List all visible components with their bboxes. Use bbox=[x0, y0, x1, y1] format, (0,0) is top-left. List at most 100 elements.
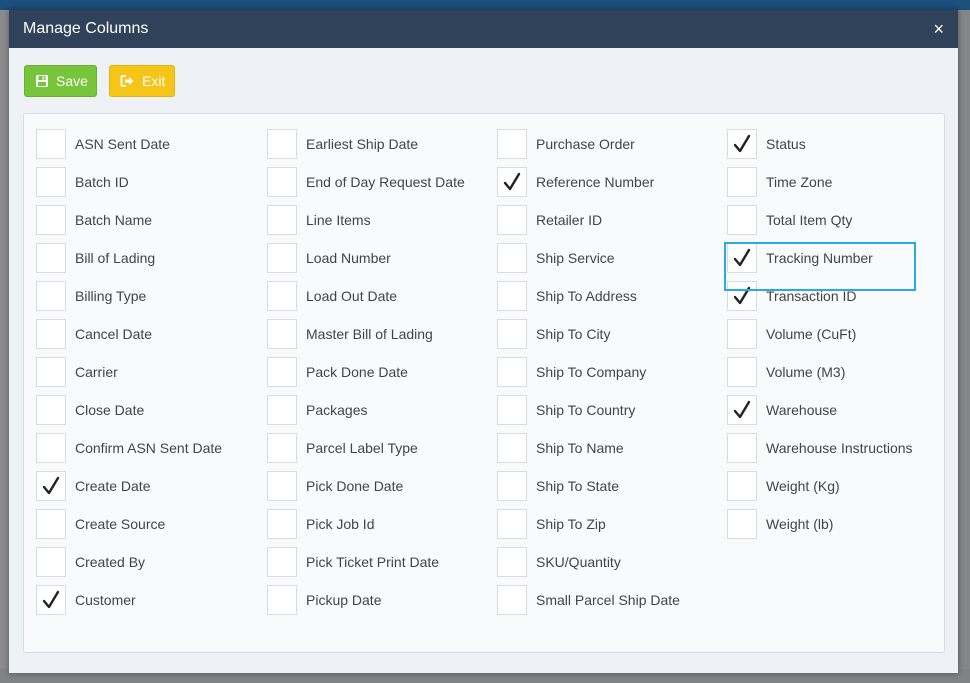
checkbox[interactable] bbox=[497, 281, 527, 311]
checkbox-checked[interactable] bbox=[727, 281, 757, 311]
column-option[interactable]: Ship To Name bbox=[497, 433, 707, 463]
column-option[interactable]: Total Item Qty bbox=[727, 205, 937, 235]
checkbox[interactable] bbox=[267, 433, 297, 463]
checkbox[interactable] bbox=[267, 585, 297, 615]
checkbox[interactable] bbox=[727, 433, 757, 463]
checkbox[interactable] bbox=[267, 547, 297, 577]
column-option[interactable]: Batch ID bbox=[36, 167, 246, 197]
column-option[interactable]: Pick Job Id bbox=[267, 509, 477, 539]
checkbox[interactable] bbox=[727, 357, 757, 387]
column-option[interactable]: Ship To Zip bbox=[497, 509, 707, 539]
column-option[interactable]: Ship Service bbox=[497, 243, 707, 273]
checkbox[interactable] bbox=[36, 243, 66, 273]
column-option[interactable]: Ship To Company bbox=[497, 357, 707, 387]
checkbox[interactable] bbox=[36, 547, 66, 577]
column-option[interactable]: Load Out Date bbox=[267, 281, 477, 311]
checkbox-checked[interactable] bbox=[727, 243, 757, 273]
checkbox[interactable] bbox=[497, 509, 527, 539]
column-option[interactable]: Create Source bbox=[36, 509, 246, 539]
checkbox-checked[interactable] bbox=[36, 471, 66, 501]
checkbox[interactable] bbox=[497, 243, 527, 273]
column-option[interactable]: Volume (M3) bbox=[727, 357, 937, 387]
checkbox[interactable] bbox=[727, 319, 757, 349]
column-option[interactable]: Retailer ID bbox=[497, 205, 707, 235]
checkbox[interactable] bbox=[267, 395, 297, 425]
checkbox[interactable] bbox=[267, 509, 297, 539]
column-option[interactable]: Load Number bbox=[267, 243, 477, 273]
checkbox[interactable] bbox=[267, 471, 297, 501]
column-option[interactable]: Customer bbox=[36, 585, 246, 615]
save-button[interactable]: Save bbox=[24, 65, 97, 97]
column-option[interactable]: Master Bill of Lading bbox=[267, 319, 477, 349]
column-option[interactable]: Bill of Lading bbox=[36, 243, 246, 273]
checkbox[interactable] bbox=[36, 319, 66, 349]
checkbox[interactable] bbox=[267, 281, 297, 311]
checkbox[interactable] bbox=[36, 281, 66, 311]
column-option[interactable]: Carrier bbox=[36, 357, 246, 387]
checkbox[interactable] bbox=[497, 395, 527, 425]
column-option[interactable]: End of Day Request Date bbox=[267, 167, 477, 197]
column-option[interactable]: Small Parcel Ship Date bbox=[497, 585, 707, 615]
checkbox[interactable] bbox=[267, 319, 297, 349]
checkbox[interactable] bbox=[267, 357, 297, 387]
column-option[interactable]: Pick Ticket Print Date bbox=[267, 547, 477, 577]
checkbox[interactable] bbox=[497, 585, 527, 615]
column-option[interactable]: Pack Done Date bbox=[267, 357, 477, 387]
checkbox[interactable] bbox=[497, 471, 527, 501]
checkbox[interactable] bbox=[497, 129, 527, 159]
column-option[interactable]: Ship To State bbox=[497, 471, 707, 501]
checkbox[interactable] bbox=[727, 509, 757, 539]
checkbox[interactable] bbox=[36, 205, 66, 235]
column-option[interactable]: Ship To City bbox=[497, 319, 707, 349]
column-option[interactable]: Batch Name bbox=[36, 205, 246, 235]
column-option[interactable]: Create Date bbox=[36, 471, 246, 501]
column-option[interactable]: Billing Type bbox=[36, 281, 246, 311]
checkbox[interactable] bbox=[36, 129, 66, 159]
checkbox[interactable] bbox=[727, 167, 757, 197]
checkbox[interactable] bbox=[267, 205, 297, 235]
checkbox[interactable] bbox=[267, 167, 297, 197]
column-option[interactable]: Line Items bbox=[267, 205, 477, 235]
column-option[interactable]: Cancel Date bbox=[36, 319, 246, 349]
checkbox[interactable] bbox=[497, 319, 527, 349]
column-option[interactable]: Weight (Kg) bbox=[727, 471, 937, 501]
checkbox-checked[interactable] bbox=[727, 395, 757, 425]
close-icon[interactable]: × bbox=[933, 20, 944, 38]
column-option[interactable]: Ship To Address bbox=[497, 281, 707, 311]
column-option[interactable]: SKU/Quantity bbox=[497, 547, 707, 577]
column-option[interactable]: Weight (lb) bbox=[727, 509, 937, 539]
column-option[interactable]: Pick Done Date bbox=[267, 471, 477, 501]
checkbox[interactable] bbox=[36, 433, 66, 463]
checkbox-checked[interactable] bbox=[497, 167, 527, 197]
column-option[interactable]: Warehouse bbox=[727, 395, 937, 425]
checkbox[interactable] bbox=[36, 509, 66, 539]
column-option[interactable]: Pickup Date bbox=[267, 585, 477, 615]
column-option[interactable]: Transaction ID bbox=[727, 281, 937, 311]
column-option[interactable]: Status bbox=[727, 129, 937, 159]
column-option[interactable]: Warehouse Instructions bbox=[727, 433, 937, 463]
checkbox[interactable] bbox=[497, 433, 527, 463]
exit-button[interactable]: Exit bbox=[109, 65, 175, 97]
column-option[interactable]: Purchase Order bbox=[497, 129, 707, 159]
checkbox[interactable] bbox=[267, 243, 297, 273]
column-option[interactable]: Packages bbox=[267, 395, 477, 425]
checkbox[interactable] bbox=[36, 357, 66, 387]
column-option[interactable]: Tracking Number bbox=[727, 243, 937, 273]
checkbox[interactable] bbox=[36, 395, 66, 425]
column-option[interactable]: Ship To Country bbox=[497, 395, 707, 425]
checkbox[interactable] bbox=[267, 129, 297, 159]
column-option[interactable]: Parcel Label Type bbox=[267, 433, 477, 463]
checkbox[interactable] bbox=[727, 471, 757, 501]
column-option[interactable]: Volume (CuFt) bbox=[727, 319, 937, 349]
column-option[interactable]: Created By bbox=[36, 547, 246, 577]
checkbox[interactable] bbox=[727, 205, 757, 235]
checkbox[interactable] bbox=[497, 205, 527, 235]
checkbox-checked[interactable] bbox=[36, 585, 66, 615]
checkbox[interactable] bbox=[36, 167, 66, 197]
column-option[interactable]: Reference Number bbox=[497, 167, 707, 197]
column-option[interactable]: Time Zone bbox=[727, 167, 937, 197]
column-option[interactable]: Earliest Ship Date bbox=[267, 129, 477, 159]
column-option[interactable]: Close Date bbox=[36, 395, 246, 425]
checkbox[interactable] bbox=[497, 547, 527, 577]
column-option[interactable]: Confirm ASN Sent Date bbox=[36, 433, 246, 463]
